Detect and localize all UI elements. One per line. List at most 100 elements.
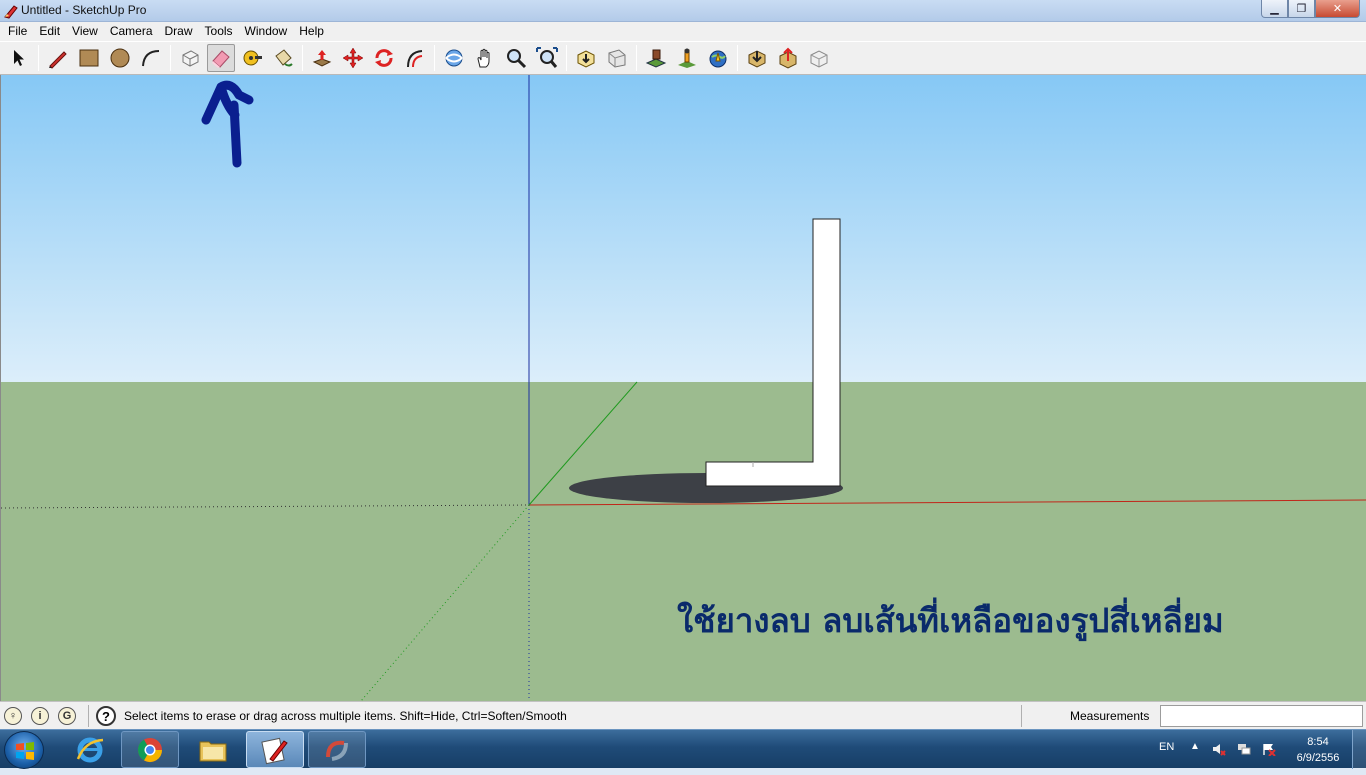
menu-help[interactable]: Help [293,22,330,41]
menu-draw[interactable]: Draw [159,22,199,41]
taskbar-chrome[interactable] [121,731,179,768]
chrome-icon [138,737,162,762]
taskbar-sketchup[interactable] [246,731,304,768]
google-earth-icon [709,50,727,68]
input-language[interactable]: EN [1159,741,1174,753]
user-account-icon[interactable]: G [58,707,76,725]
pan-tool[interactable] [471,44,499,72]
toolbar-separator [566,45,567,71]
start-button[interactable] [4,731,44,769]
taskbar-internet-explorer[interactable] [61,731,119,768]
menu-camera[interactable]: Camera [104,22,159,41]
drawing-viewport[interactable]: ใช้ยางลบ ลบเส้นที่เหลือของรูปสี่เหลี่ยม [0,75,1366,701]
toolbar-separator [434,45,435,71]
make-component-icon [182,50,199,67]
toolbar-separator [302,45,303,71]
arc-tool[interactable] [137,44,165,72]
clock-date: 6/9/2556 [1296,752,1340,764]
pan-icon [477,48,490,68]
toolbar-separator [636,45,637,71]
move-tool[interactable] [339,44,367,72]
eraser-icon [212,50,230,68]
share-model-icon [608,49,626,68]
circle-tool[interactable] [106,44,134,72]
add-location-tool[interactable] [642,44,670,72]
get-models-tool[interactable] [572,44,600,72]
share-component-tool[interactable] [774,44,802,72]
push-pull-tool[interactable] [308,44,336,72]
ground-plane [1,382,1366,701]
push-pull-icon [312,50,332,67]
windows-logo-icon [16,742,34,760]
make-component-tool[interactable] [176,44,204,72]
orbit-tool[interactable] [440,44,468,72]
status-divider [88,705,89,727]
menu-edit[interactable]: Edit [33,22,66,41]
zoom-icon [507,49,527,69]
credits-icon[interactable]: i [31,707,49,725]
line-pencil-icon [49,51,67,69]
file-explorer-icon [199,741,227,761]
offset-tool[interactable] [401,44,429,72]
maximize-button[interactable]: ❐ [1288,0,1315,18]
component-settings-icon [810,50,828,68]
volume-muted-icon[interactable] [1212,742,1226,756]
rectangle-tool[interactable] [75,44,103,72]
get-photo-texture-tool[interactable] [743,44,771,72]
clock-time: 8:54 [1307,736,1329,748]
taskbar-sketchup-layout[interactable] [308,731,366,768]
measurements-input[interactable] [1160,705,1363,727]
menu-tools[interactable]: Tools [199,22,239,41]
share-model-tool[interactable] [603,44,631,72]
help-icon[interactable]: ? [96,706,116,726]
sketchup-layout-icon [326,740,348,761]
toolbar-separator [737,45,738,71]
window-controls: ▁ ❐ ✕ [1261,0,1360,18]
rectangle-icon [79,49,99,67]
offset-icon [407,50,423,68]
toolbar-separator [170,45,171,71]
zoom-extents-icon [536,47,558,68]
get-photo-texture-icon [748,50,766,68]
taskbar-file-explorer[interactable] [184,731,242,768]
status-bar: ♀ i G ? Select items to erase or drag ac… [0,701,1366,729]
internet-explorer-icon [76,737,104,762]
instruction-caption: ใช้ยางลบ ลบเส้นที่เหลือของรูปสี่เหลี่ยม [677,601,1224,640]
sketchup-app-icon [4,5,18,19]
paint-bucket-icon [275,49,293,67]
menu-view[interactable]: View [66,22,104,41]
select-tool[interactable] [5,44,33,72]
paint-bucket-tool[interactable] [269,44,297,72]
add-location-icon [645,49,667,68]
close-button[interactable]: ✕ [1315,0,1360,18]
zoom-extents-tool[interactable] [533,44,561,72]
select-icon [14,50,24,66]
menu-bar: File Edit View Camera Draw Tools Window … [0,22,1366,41]
menu-window[interactable]: Window [239,22,294,41]
tape-measure-tool[interactable] [238,44,266,72]
menu-file[interactable]: File [2,22,33,41]
show-desktop-button[interactable] [1352,730,1366,769]
arc-icon [142,50,160,67]
tape-measure-icon [243,50,262,66]
zoom-tool[interactable] [502,44,530,72]
share-component-icon [779,47,797,69]
system-clock[interactable]: 8:54 6/9/2556 [1286,734,1350,766]
toolbar-separator [38,45,39,71]
main-toolbar [0,41,1366,75]
status-divider [1021,705,1022,727]
rotate-icon [375,49,393,67]
action-center-icon[interactable] [1262,742,1276,756]
rotate-tool[interactable] [370,44,398,72]
line-tool[interactable] [44,44,72,72]
toggle-terrain-tool[interactable] [673,44,701,72]
minimize-button[interactable]: ▁ [1261,0,1288,18]
geo-location-icon[interactable]: ♀ [4,707,22,725]
network-icon[interactable] [1237,742,1251,756]
google-earth-tool[interactable] [704,44,732,72]
measurements-label: Measurements [1070,709,1150,723]
eraser-tool[interactable] [207,44,235,72]
component-settings-tool[interactable] [805,44,833,72]
show-hidden-icons-icon[interactable]: ▲ [1190,741,1200,752]
sketchup-icon [261,737,288,764]
